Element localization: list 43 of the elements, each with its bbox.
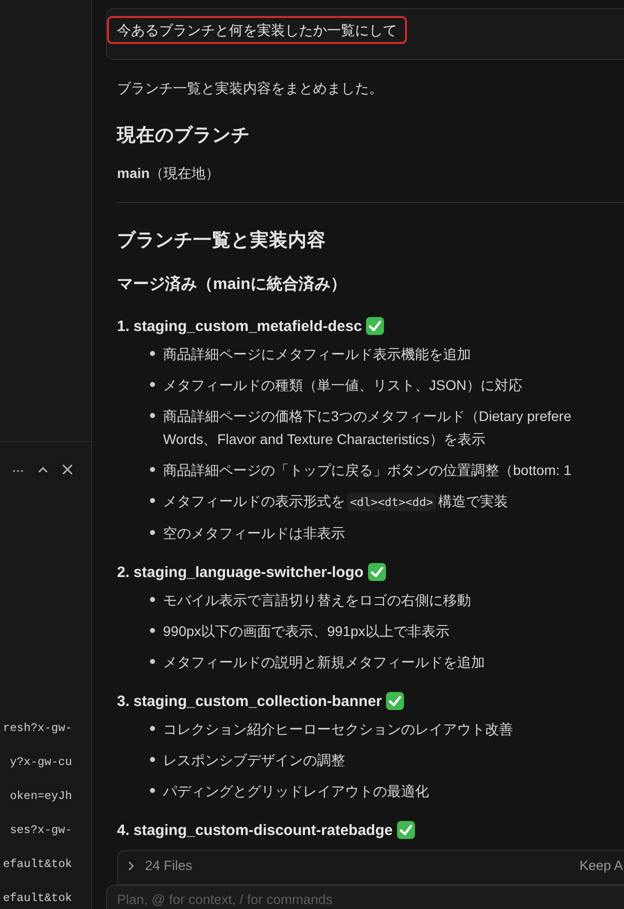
terminal-line: efault&tok <box>2 857 72 873</box>
bullet-text: レスポンシブデザインの調整 <box>163 751 345 770</box>
bullet-text: パディングとグリッドレイアウトの最適化 <box>163 782 429 801</box>
check-icon <box>386 692 404 710</box>
close-icon[interactable] <box>62 464 73 476</box>
chat-input[interactable]: Plan, @ for context, / for commands <box>106 885 624 909</box>
terminal-line: efault&tok <box>2 891 72 907</box>
branch-name: staging_custom_collection-banner <box>134 692 382 710</box>
bullet-text: コレクション紹介ヒーローセクションのレイアウト改善 <box>163 720 513 739</box>
section-heading: ブランチ一覧と実装内容 <box>117 228 327 252</box>
bullet-text: 商品詳細ページの価格下に3つのメタフィールド（Dietary prefere Words、Flavor and Texture Characteristics）を表示 <box>163 407 572 449</box>
bullet-text: メタフィールドの説明と新規メタフィールドを追加 <box>163 653 485 672</box>
bullet-text: 商品詳細ページにメタフィールド表示機能を追加 <box>163 345 471 364</box>
branch-name: staging_custom-discount-ratebadge <box>134 822 393 838</box>
terminal-line: oken=eyJh <box>10 789 72 805</box>
subsection-heading: マージ済み（mainに統合済み） <box>117 274 348 295</box>
section-heading: 現在のブランチ <box>117 123 251 147</box>
terminal-line: y?x-gw-cu <box>10 755 72 771</box>
check-icon <box>396 821 415 839</box>
reply-text: main（現在地） <box>117 164 221 183</box>
files-bar[interactable]: 24 Files Keep A <box>117 850 624 885</box>
list-number: 2. <box>117 564 130 580</box>
check-icon <box>366 317 384 335</box>
files-count: 24 Files <box>145 858 194 873</box>
branch-name: staging_custom_metafield-desc <box>134 318 362 334</box>
bullet-text: メタフィールドの種類（単一値、リスト、JSON）に対応 <box>163 376 522 395</box>
chevron-up-icon[interactable] <box>38 465 48 474</box>
list-number: 3. <box>117 692 130 710</box>
bullet-text: 空のメタフィールドは非表示 <box>163 524 345 543</box>
bullet-text: 商品詳細ページの「トップに戻る」ボタンの位置調整（bottom: 1 <box>163 461 572 480</box>
check-icon <box>368 563 386 581</box>
terminal-line: resh?x-gw- <box>2 721 72 737</box>
terminal-line: ses?x-gw- <box>10 823 72 839</box>
list-number: 1. <box>117 318 130 334</box>
bullet-text: 990px以下の画面で表示、991px以上で非表示 <box>163 622 450 641</box>
user-message: 今あるブランチと何を実装したか一覧にして <box>107 16 407 44</box>
bullet-text: モバイル表示で言語切り替えをロゴの右側に移動 <box>163 591 471 610</box>
branch-name: staging_language-switcher-logo <box>134 564 364 580</box>
keep-button[interactable]: Keep A <box>579 858 624 873</box>
bullet-text: メタフィールドの表示形式を <dl><dt><dd> 構造で実装 <box>163 492 508 513</box>
list-number: 4. <box>117 822 130 838</box>
chevron-right-icon <box>128 860 135 870</box>
reply-text: ブランチ一覧と実装内容をまとめました。 <box>117 79 384 98</box>
